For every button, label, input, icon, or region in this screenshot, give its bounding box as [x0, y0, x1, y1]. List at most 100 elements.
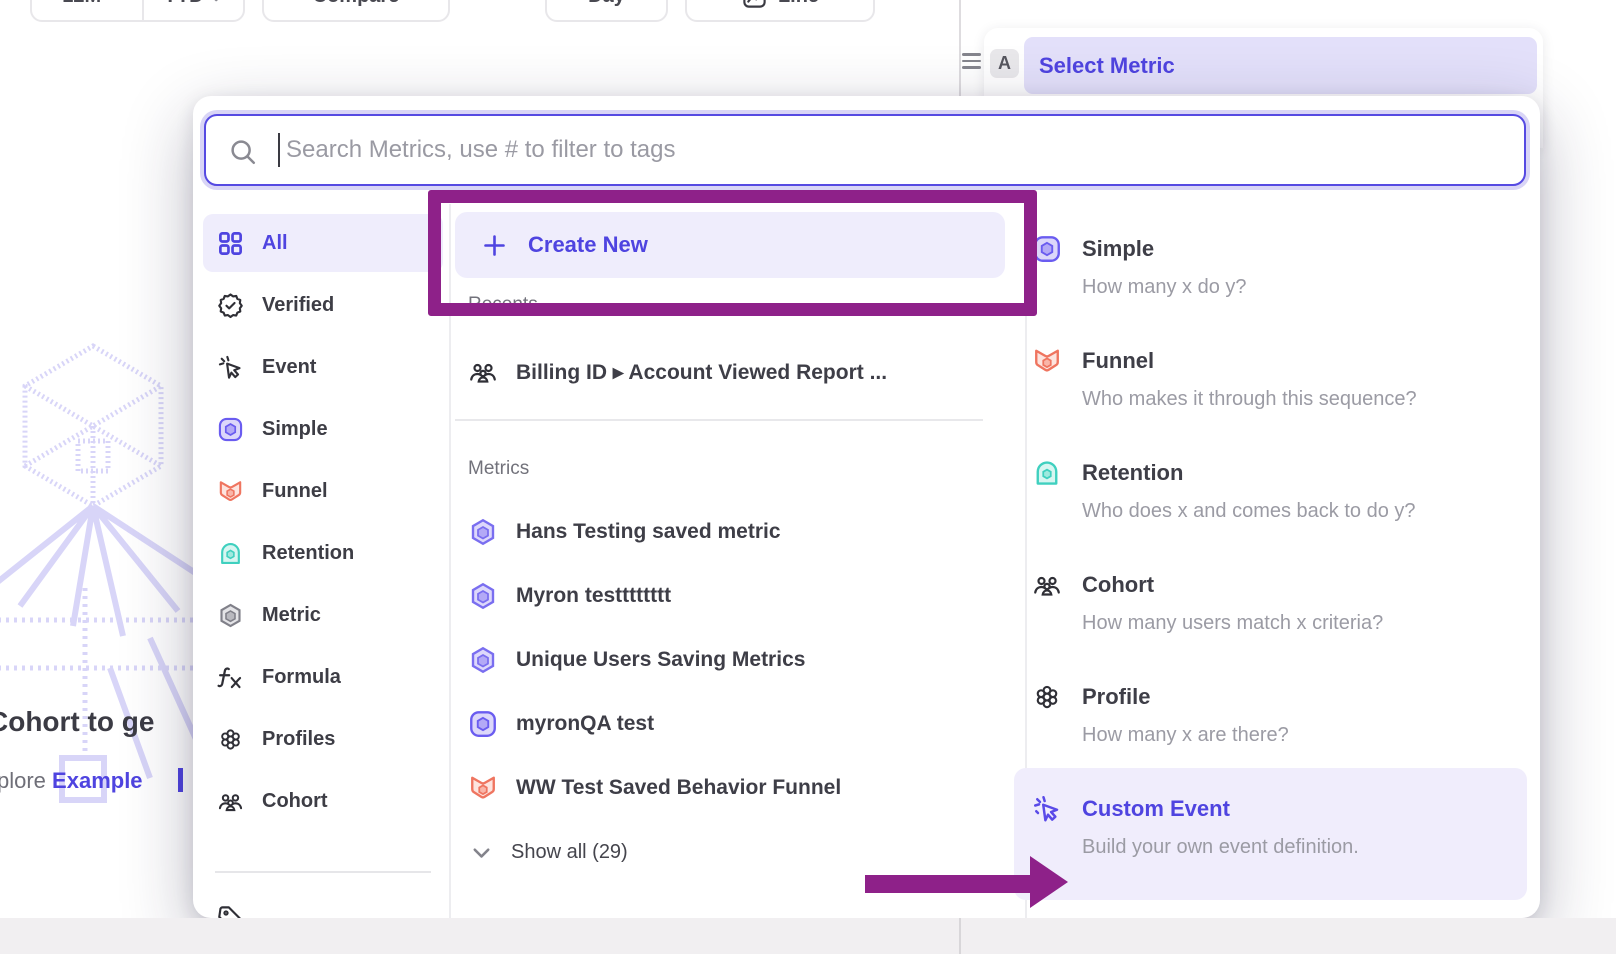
- clipped-link-sliver: [178, 768, 183, 792]
- chart-type-line-button[interactable]: Line: [685, 0, 875, 22]
- metric-list-item[interactable]: myronQA test: [468, 704, 654, 744]
- background-subtext: xplore Example: [0, 768, 143, 794]
- select-metric-label: Select Metric: [1039, 53, 1175, 79]
- simple-squircle-icon: [468, 709, 498, 739]
- profile-cluster-icon: [217, 726, 244, 753]
- people-icon: [468, 357, 498, 387]
- search-box[interactable]: [204, 114, 1526, 186]
- hexagon-icon: [217, 602, 244, 629]
- compare-label: Compare: [313, 0, 400, 8]
- range-12m-label: 12M: [62, 0, 101, 8]
- sidebar-label: Event: [262, 356, 316, 379]
- sidebar-item-tags-clipped[interactable]: Tags: [203, 888, 443, 918]
- metric-list-item[interactable]: WW Test Saved Behavior Funnel: [468, 768, 841, 808]
- sidebar-item-event[interactable]: Event: [203, 338, 443, 396]
- show-all-toggle[interactable]: Show all (29): [468, 832, 628, 872]
- retention-arch-icon: [217, 540, 244, 567]
- series-a-badge: A: [990, 49, 1019, 78]
- chevron-down-icon: [468, 839, 495, 866]
- metric-list-item[interactable]: Hans Testing saved metric: [468, 512, 781, 552]
- type-description: How many x do y?: [1082, 274, 1247, 300]
- type-description: How many users match x criteria?: [1082, 610, 1383, 636]
- sidebar-section-divider: [215, 871, 431, 873]
- people-icon: [217, 788, 244, 815]
- drag-handle-icon[interactable]: [962, 53, 981, 69]
- metric-item-label: myronQA test: [516, 712, 654, 736]
- verified-badge-icon: [217, 292, 244, 319]
- hexagon-purple-icon: [468, 581, 498, 611]
- sidebar-label: Formula: [262, 666, 341, 689]
- metric-list-item[interactable]: Myron testttttttt: [468, 576, 671, 616]
- show-all-label: Show all (29): [511, 841, 628, 864]
- tag-icon: [217, 904, 244, 919]
- search-input[interactable]: [206, 116, 1524, 184]
- date-range-segmented-control[interactable]: 12M YTD ⌄: [30, 0, 245, 22]
- select-metric-pill[interactable]: Select Metric: [1024, 37, 1537, 94]
- recent-item-row[interactable]: Billing ID ▸ Account Viewed Report ...: [468, 352, 887, 392]
- type-description: How many x are there?: [1082, 722, 1289, 748]
- sidebar-item-verified[interactable]: Verified: [203, 276, 443, 334]
- metric-item-label: Hans Testing saved metric: [516, 520, 781, 544]
- funnel-icon: [217, 478, 244, 505]
- type-description: Who makes it through this sequence?: [1082, 386, 1417, 412]
- type-title: Simple: [1082, 234, 1154, 264]
- type-title: Retention: [1082, 458, 1183, 488]
- hexagon-purple-icon: [468, 517, 498, 547]
- chevron-down-icon: ⌄: [210, 0, 223, 6]
- type-title: Profile: [1082, 682, 1150, 712]
- formula-fx-icon: [217, 664, 244, 691]
- recent-item-label: Billing ID ▸ Account Viewed Report ...: [516, 360, 887, 385]
- annotation-highlight-rectangle: [428, 190, 1037, 316]
- background-headline-fragment: Cohort to ge: [0, 706, 154, 738]
- sidebar-label: Profiles: [262, 728, 335, 751]
- day-granularity-button[interactable]: Day: [545, 0, 668, 22]
- type-title: Funnel: [1082, 346, 1154, 376]
- funnel-icon: [1032, 346, 1062, 376]
- line-label: Line: [778, 0, 819, 8]
- retention-arch-icon: [1032, 458, 1062, 488]
- funnel-icon: [468, 773, 498, 803]
- sidebar-label: Verified: [262, 294, 334, 317]
- sidebar-label: Metric: [262, 604, 321, 627]
- sidebar-item-cohort[interactable]: Cohort: [203, 772, 443, 830]
- sidebar-item-funnel[interactable]: Funnel: [203, 462, 443, 520]
- people-icon: [1032, 570, 1062, 600]
- sidebar-label: Cohort: [262, 790, 328, 813]
- sidebar-item-metric[interactable]: Metric: [203, 586, 443, 644]
- metric-item-label: WW Test Saved Behavior Funnel: [516, 776, 841, 800]
- sidebar-item-simple[interactable]: Simple: [203, 400, 443, 458]
- simple-squircle-icon: [217, 416, 244, 443]
- range-ytd-button[interactable]: YTD ⌄: [142, 0, 244, 20]
- cursor-spark-purple-icon: [1032, 794, 1062, 824]
- screen: 12M YTD ⌄ Compare Day Line Cohort to ge x…: [0, 0, 1616, 954]
- sidebar-label: Funnel: [262, 480, 328, 503]
- sidebar-item-retention[interactable]: Retention: [203, 524, 443, 582]
- range-12m-button[interactable]: 12M: [32, 0, 132, 20]
- day-label: Day: [588, 0, 625, 8]
- sidebar-label: Simple: [262, 418, 328, 441]
- hexagon-purple-icon: [468, 645, 498, 675]
- metric-item-label: Myron testttttttt: [516, 584, 671, 608]
- range-ytd-label: YTD: [164, 0, 204, 8]
- sidebar-label: Retention: [262, 542, 354, 565]
- compare-button[interactable]: Compare: [262, 0, 450, 22]
- annotation-arrow: [860, 830, 1075, 934]
- bottom-page-strip: [0, 918, 1616, 954]
- type-title: Custom Event: [1082, 794, 1230, 824]
- type-description: Build your own event definition.: [1082, 834, 1359, 860]
- metric-list-item[interactable]: Unique Users Saving Metrics: [468, 640, 805, 680]
- sidebar-item-all[interactable]: All: [203, 214, 443, 272]
- middle-divider: [455, 419, 983, 421]
- line-chart-icon: [741, 0, 768, 10]
- subtext-fragment: xplore: [0, 768, 46, 793]
- type-description: Who does x and comes back to do y?: [1082, 498, 1416, 524]
- example-link-fragment[interactable]: Example: [52, 768, 143, 793]
- cursor-spark-icon: [217, 354, 244, 381]
- background-illustration: [0, 338, 200, 818]
- profile-cluster-icon: [1032, 682, 1062, 712]
- search-ring: [200, 110, 1530, 190]
- metrics-header: Metrics: [468, 458, 529, 480]
- sidebar-item-profiles[interactable]: Profiles: [203, 710, 443, 768]
- sidebar-item-formula[interactable]: Formula: [203, 648, 443, 706]
- metric-item-label: Unique Users Saving Metrics: [516, 648, 805, 672]
